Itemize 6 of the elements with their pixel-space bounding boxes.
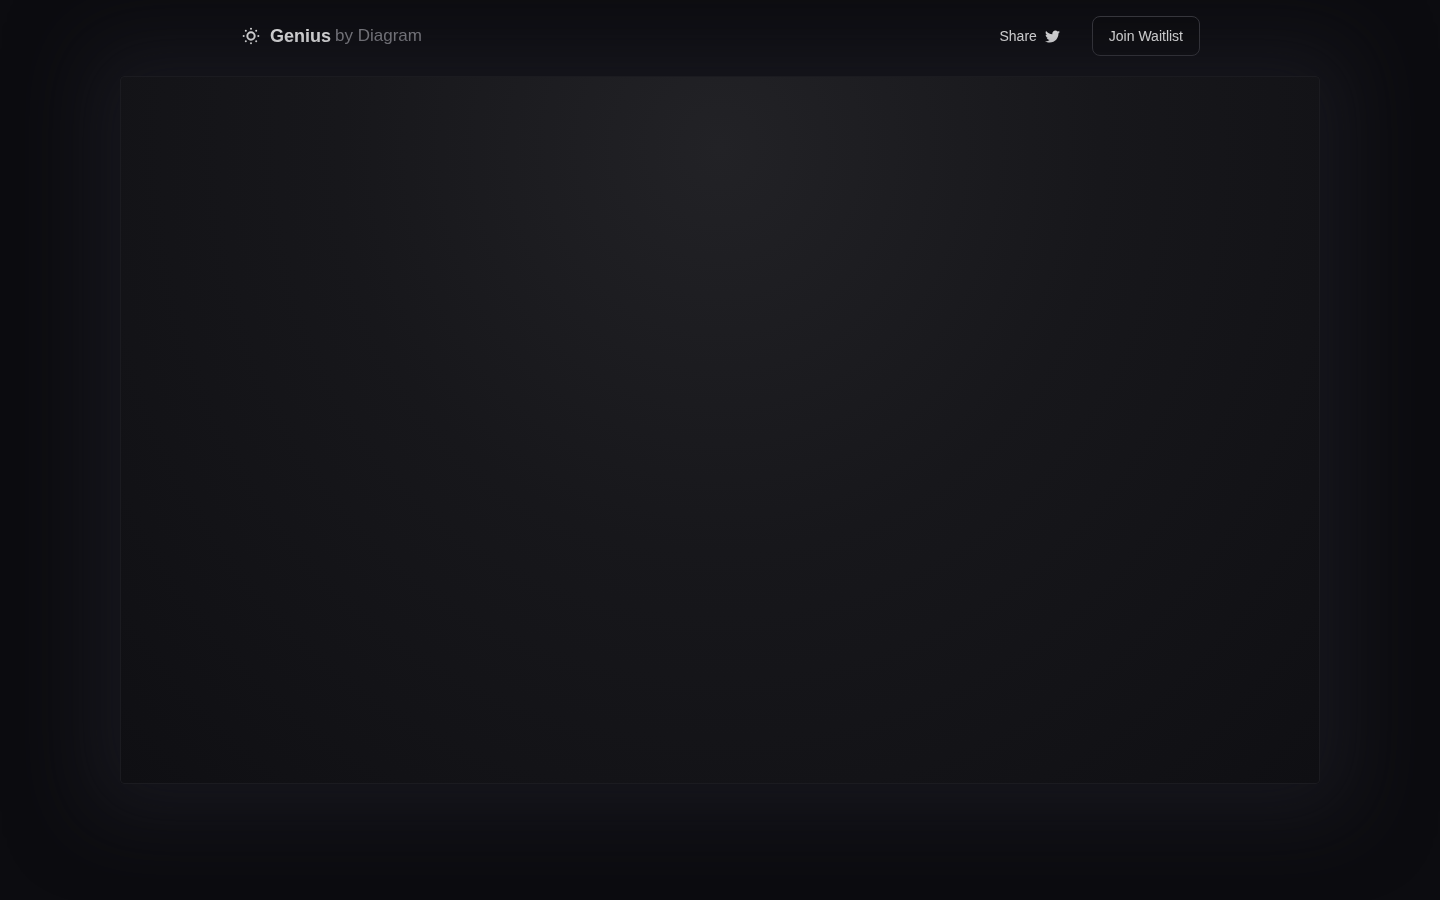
brand-name: Genius bbox=[270, 24, 331, 48]
share-link[interactable]: Share bbox=[999, 25, 1060, 47]
join-waitlist-button[interactable]: Join Waitlist bbox=[1091, 16, 1200, 56]
brand-suffix: by Diagram bbox=[335, 25, 422, 48]
sun-icon bbox=[240, 25, 262, 47]
bird-icon bbox=[1044, 28, 1060, 44]
